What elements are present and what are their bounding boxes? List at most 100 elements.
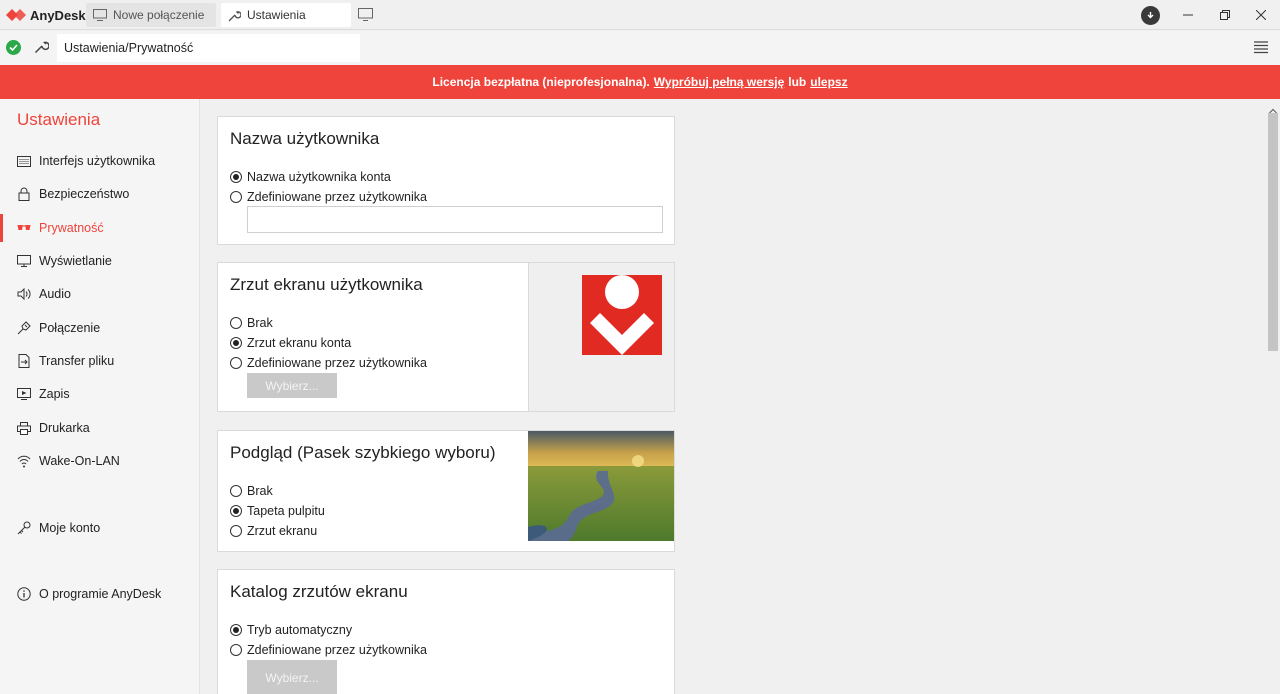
- radio-button[interactable]: [230, 525, 242, 537]
- license-banner: Licencja bezpłatna (nieprofesjonalna). W…: [0, 65, 1280, 99]
- title-bar: AnyDesk Nowe połączenie Ustawienia: [0, 0, 1280, 30]
- restore-button[interactable]: [1207, 0, 1243, 30]
- section-title: Katalog zrzutów ekranu: [230, 582, 408, 601]
- radio-label: Zdefiniowane przez użytkownika: [247, 643, 427, 657]
- preview-option-none[interactable]: Brak: [230, 481, 273, 501]
- sidebar-item-about[interactable]: O programie AnyDesk: [0, 578, 200, 610]
- app-name: AnyDesk: [30, 7, 86, 23]
- key-icon: [17, 521, 31, 535]
- minimize-button[interactable]: [1170, 0, 1206, 30]
- display-icon: [17, 254, 31, 268]
- username-option-account[interactable]: Nazwa użytkownika konta: [230, 167, 391, 187]
- section-title: Nazwa użytkownika: [230, 129, 380, 148]
- sidebar-title: Ustawienia: [17, 110, 101, 129]
- sidebar-item-label: Transfer pliku: [39, 354, 115, 368]
- wrench-icon: [228, 9, 241, 22]
- radio-label: Nazwa użytkownika konta: [247, 170, 391, 184]
- username-option-custom[interactable]: Zdefiniowane przez użytkownika: [230, 187, 427, 207]
- sidebar-item-wake-on-lan[interactable]: Wake-On-LAN: [0, 445, 200, 477]
- upgrade-link[interactable]: ulepsz: [810, 75, 847, 89]
- license-text: Licencja bezpłatna (nieprofesjonalna).: [432, 75, 650, 89]
- screenshot-catalog-section: Katalog zrzutów ekranu Tryb automatyczny…: [217, 569, 675, 694]
- radio-label: Zdefiniowane przez użytkownika: [247, 356, 427, 370]
- address-path: Ustawienia/Prywatność: [64, 41, 194, 55]
- sidebar-item-label: O programie AnyDesk: [39, 587, 162, 601]
- new-tab-monitor-icon[interactable]: [358, 8, 373, 24]
- section-title: Zrzut ekranu użytkownika: [230, 275, 423, 294]
- radio-button[interactable]: [230, 171, 242, 183]
- radio-label: Brak: [247, 484, 273, 498]
- sidebar-item-file-transfer[interactable]: Transfer pliku: [0, 345, 200, 377]
- sidebar-item-my-account[interactable]: Moje konto: [0, 512, 200, 544]
- sidebar-item-recording[interactable]: Zapis: [0, 378, 200, 410]
- radio-label: Zrzut ekranu: [247, 524, 318, 538]
- settings-content: Nazwa użytkownika Nazwa użytkownika kont…: [201, 99, 1266, 694]
- preview-option-wallpaper[interactable]: Tapeta pulpitu: [230, 501, 325, 521]
- user-screenshot-section: Zrzut ekranu użytkownika Brak Zrzut ekra…: [217, 262, 675, 412]
- wifi-icon: [17, 454, 31, 468]
- glasses-icon: [17, 221, 31, 235]
- radio-button[interactable]: [230, 505, 242, 517]
- sidebar-item-label: Wake-On-LAN: [39, 454, 120, 468]
- radio-label: Brak: [247, 316, 273, 330]
- speaker-icon: [17, 287, 31, 301]
- choose-catalog-button[interactable]: Wybierz...: [247, 660, 337, 694]
- monitor-icon: [93, 9, 107, 21]
- sidebar-item-privacy[interactable]: Prywatność: [0, 212, 200, 244]
- lock-icon: [17, 187, 31, 201]
- anydesk-avatar-icon: [582, 275, 662, 358]
- catalog-option-custom[interactable]: Zdefiniowane przez użytkownika: [230, 640, 427, 660]
- sidebar-item-label: Wyświetlanie: [39, 254, 112, 268]
- sidebar-item-user-interface[interactable]: Interfejs użytkownika: [0, 145, 200, 177]
- wallpaper-preview-image: [528, 431, 674, 541]
- radio-button[interactable]: [230, 624, 242, 636]
- screenshot-option-custom[interactable]: Zdefiniowane przez użytkownika: [230, 353, 427, 373]
- close-button[interactable]: [1243, 0, 1279, 30]
- sidebar-item-label: Audio: [39, 287, 71, 301]
- radio-button[interactable]: [230, 191, 242, 203]
- sidebar-item-printer[interactable]: Drukarka: [0, 412, 200, 444]
- sidebar-item-security[interactable]: Bezpieczeństwo: [0, 178, 200, 210]
- sidebar-item-connection[interactable]: Połączenie: [0, 312, 200, 344]
- menu-icon[interactable]: [1254, 41, 1268, 57]
- preview-option-screenshot[interactable]: Zrzut ekranu: [230, 521, 317, 541]
- screenshot-option-account[interactable]: Zrzut ekranu konta: [230, 333, 351, 353]
- address-input[interactable]: Ustawienia/Prywatność: [57, 34, 360, 62]
- scrollbar-thumb[interactable]: [1268, 113, 1278, 351]
- preview-section: Podgląd (Pasek szybkiego wyboru) Brak Ta…: [217, 430, 675, 552]
- radio-button[interactable]: [230, 337, 242, 349]
- wrench-icon: [34, 39, 50, 57]
- record-icon: [17, 387, 31, 401]
- sidebar-item-audio[interactable]: Audio: [0, 278, 200, 310]
- radio-label: Zdefiniowane przez użytkownika: [247, 190, 427, 204]
- status-ok-icon: [6, 40, 21, 55]
- anydesk-logo-icon: [6, 6, 26, 24]
- choose-screenshot-button[interactable]: Wybierz...: [247, 373, 337, 398]
- screenshot-preview-panel: [528, 263, 674, 411]
- file-transfer-icon: [17, 354, 31, 368]
- radio-button[interactable]: [230, 485, 242, 497]
- tab-new-connection[interactable]: Nowe połączenie: [86, 3, 216, 27]
- banner-or: lub: [788, 75, 807, 89]
- sidebar-item-label: Zapis: [39, 387, 70, 401]
- address-bar: Ustawienia/Prywatność: [0, 31, 1280, 65]
- radio-button[interactable]: [230, 357, 242, 369]
- radio-button[interactable]: [230, 317, 242, 329]
- catalog-option-auto[interactable]: Tryb automatyczny: [230, 620, 352, 640]
- sidebar-item-label: Prywatność: [39, 221, 104, 235]
- keyboard-icon: [17, 154, 31, 168]
- tab-settings[interactable]: Ustawienia: [221, 3, 351, 27]
- radio-button[interactable]: [230, 644, 242, 656]
- vertical-scrollbar[interactable]: [1266, 99, 1280, 694]
- screenshot-option-none[interactable]: Brak: [230, 313, 273, 333]
- settings-sidebar: Ustawienia Interfejs użytkownika Bezpiec…: [0, 99, 200, 694]
- info-icon: [17, 587, 31, 601]
- username-section: Nazwa użytkownika Nazwa użytkownika kont…: [217, 116, 675, 245]
- radio-label: Tryb automatyczny: [247, 623, 353, 637]
- radio-label: Zrzut ekranu konta: [247, 336, 352, 350]
- download-icon[interactable]: [1141, 6, 1160, 25]
- try-full-version-link[interactable]: Wypróbuj pełną wersję: [654, 75, 784, 89]
- tab-label: Ustawienia: [247, 8, 306, 22]
- sidebar-item-display[interactable]: Wyświetlanie: [0, 245, 200, 277]
- custom-username-input[interactable]: [247, 206, 663, 233]
